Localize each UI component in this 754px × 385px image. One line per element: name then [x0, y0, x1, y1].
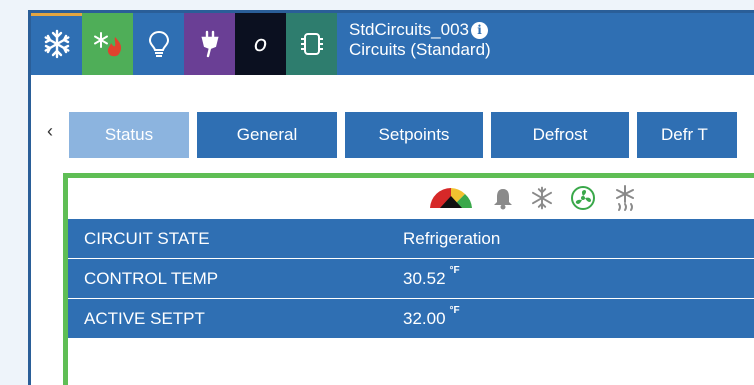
table-row: CIRCUIT STATE Refrigeration: [68, 218, 754, 258]
row-value-text: 32.00: [403, 308, 446, 328]
category-heat-reclaim[interactable]: [82, 13, 133, 75]
defrost-icon: [612, 184, 638, 212]
bell-icon: [492, 186, 514, 210]
category-refrigeration[interactable]: [31, 13, 82, 75]
row-value: Refrigeration: [403, 229, 500, 249]
tabs-scroll-left-button[interactable]: ‹: [31, 108, 69, 158]
row-unit: °F: [449, 304, 460, 316]
top-bar: o StdCircuits_003 i Circuits (Standard): [31, 13, 754, 75]
gauge-icon: [426, 186, 476, 210]
status-panel: CIRCUIT STATE Refrigeration CONTROL TEMP…: [63, 173, 754, 385]
category-power[interactable]: [184, 13, 235, 75]
table-row: CONTROL TEMP 30.52 °F: [68, 258, 754, 298]
info-icon[interactable]: i: [471, 21, 489, 39]
row-unit: °F: [449, 264, 460, 276]
row-label: CONTROL TEMP: [84, 268, 219, 288]
category-controller[interactable]: [286, 13, 337, 75]
tab-status[interactable]: Status: [69, 112, 189, 158]
tab-general[interactable]: General: [197, 112, 337, 158]
row-label: ACTIVE SETPT: [84, 308, 205, 328]
category-other[interactable]: o: [235, 13, 286, 75]
status-icon-bar: [68, 178, 754, 218]
device-subtitle: Circuits (Standard): [349, 40, 491, 59]
chip-icon: [300, 33, 323, 55]
tab-setpoints[interactable]: Setpoints: [345, 112, 483, 158]
snowflake-flame-icon: [93, 32, 121, 57]
row-value-text: Refrigeration: [403, 228, 501, 248]
row-value: 30.52 °F: [403, 265, 460, 289]
plug-icon: [200, 30, 219, 58]
tab-bar: ‹ Status General Setpoints Defrost Defr …: [31, 108, 754, 158]
letter-o-icon: o: [253, 31, 268, 57]
lightbulb-icon: [148, 30, 169, 57]
device-title: StdCircuits_003: [349, 20, 470, 39]
tab-defrost[interactable]: Defrost: [491, 112, 629, 158]
snowflake-icon: [530, 186, 554, 210]
category-lighting[interactable]: [133, 13, 184, 75]
row-label: CIRCUIT STATE: [84, 228, 210, 248]
app-frame: o StdCircuits_003 i Circuits (Standard) …: [28, 10, 754, 385]
tab-defrost-termination[interactable]: Defr T: [637, 112, 737, 158]
row-value: 32.00 °F: [403, 305, 460, 329]
snowflake-icon: [44, 29, 69, 59]
device-title-block: StdCircuits_003 i Circuits (Standard): [337, 13, 491, 75]
fan-icon: [570, 185, 596, 211]
row-value-text: 30.52: [403, 268, 446, 288]
table-row: ACTIVE SETPT 32.00 °F: [68, 298, 754, 338]
